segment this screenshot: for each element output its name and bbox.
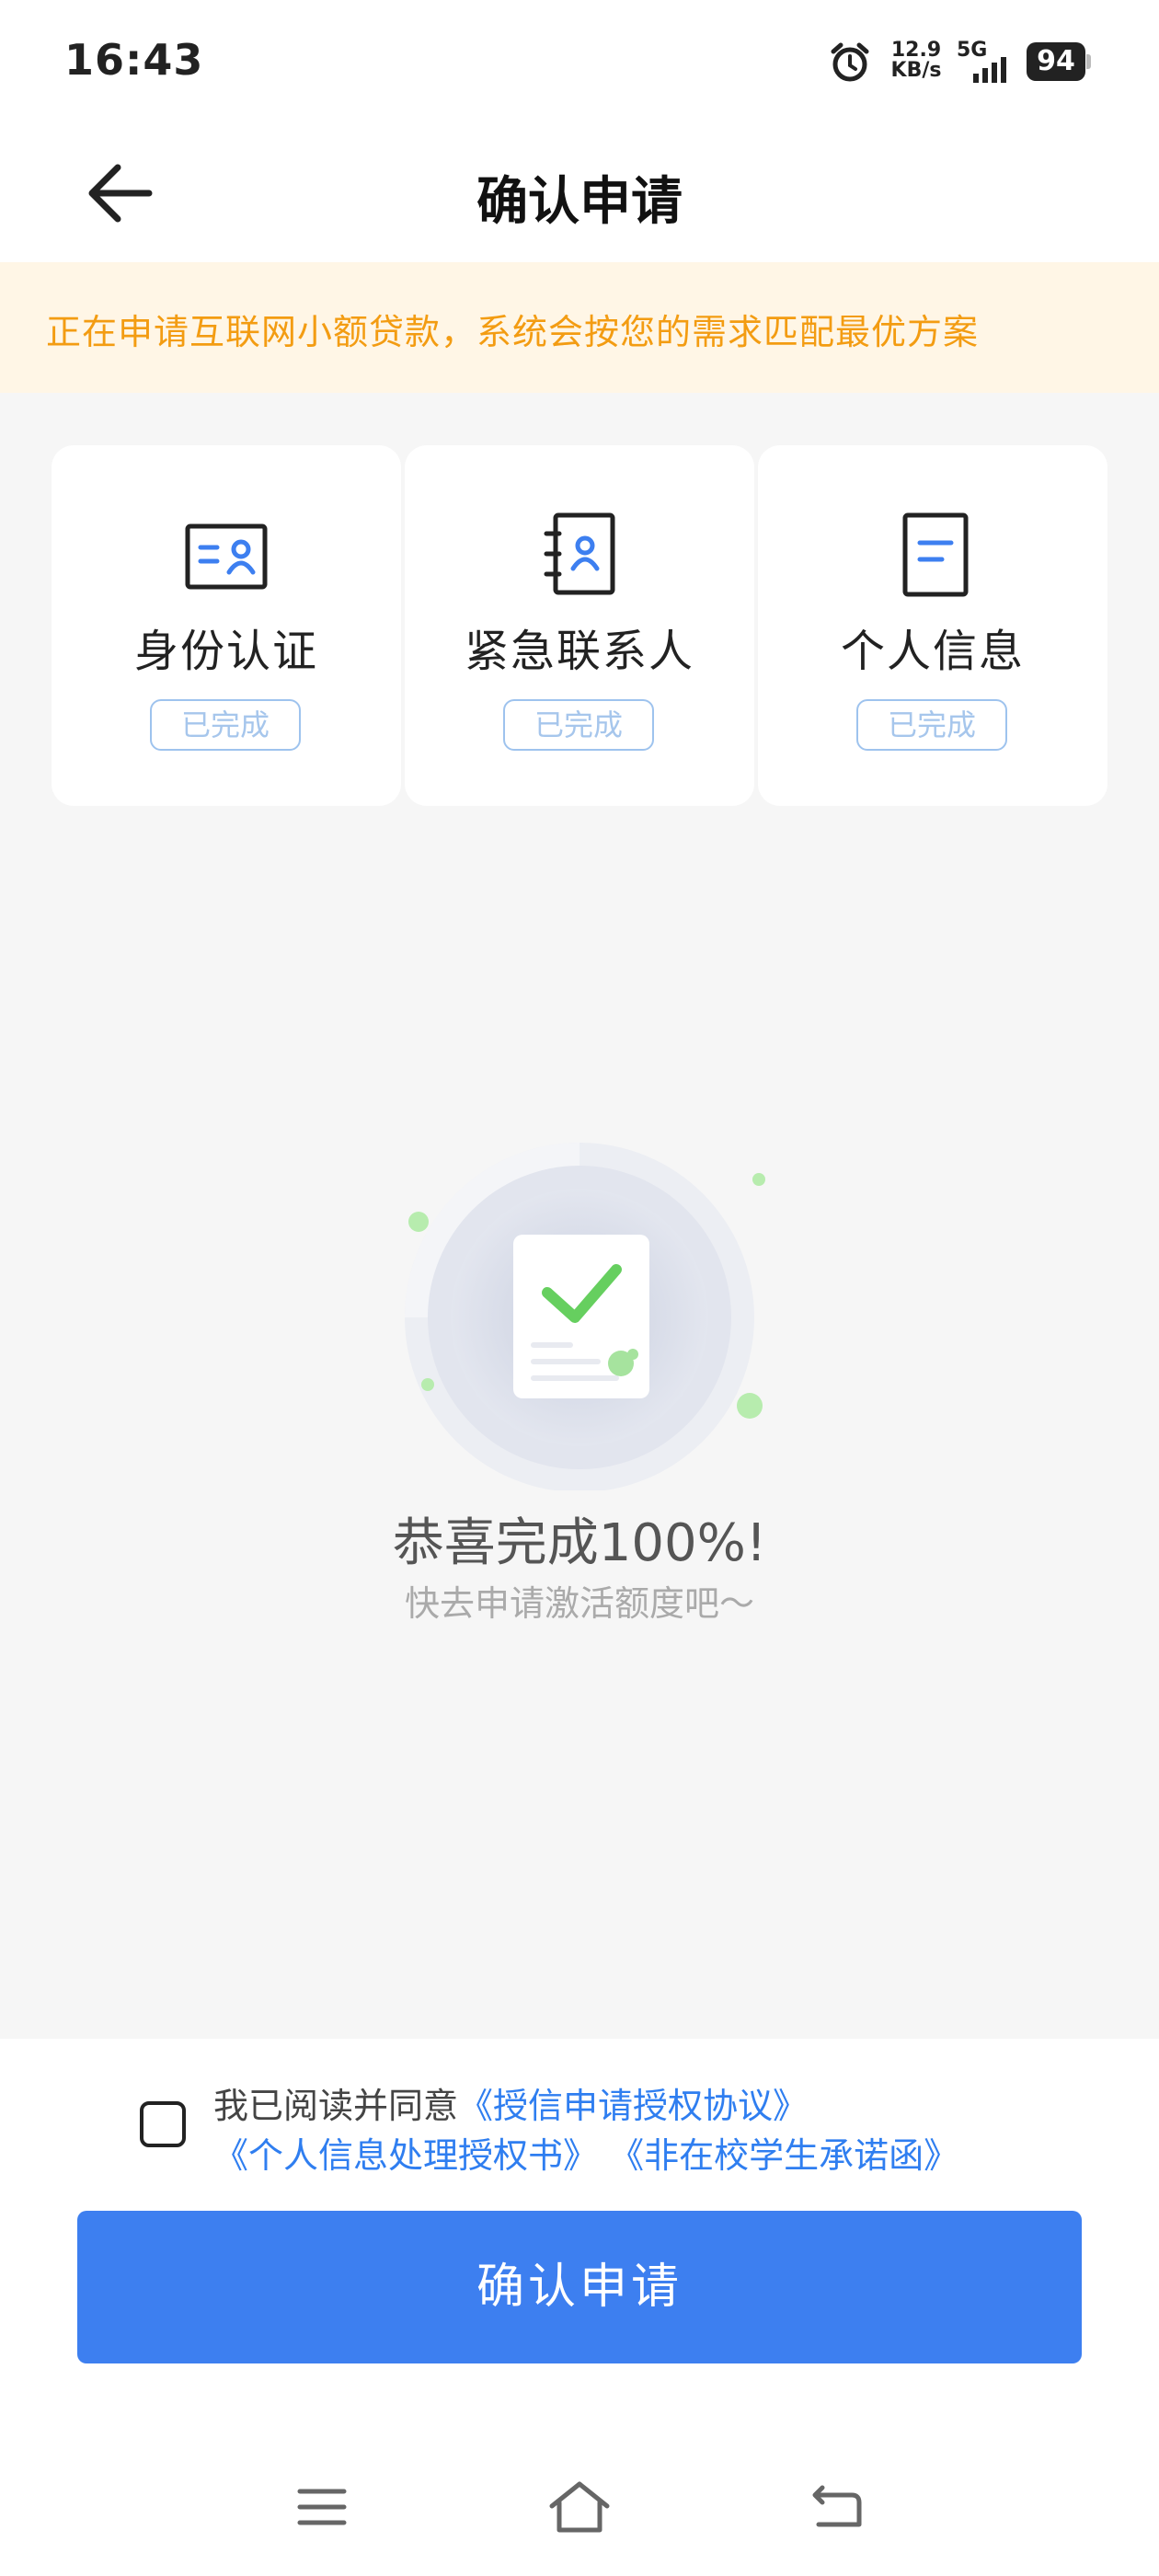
signal-icon <box>973 57 1006 83</box>
status-time: 16:43 <box>64 35 204 85</box>
home-icon[interactable] <box>546 2478 613 2536</box>
network-speed: 12.9 KB/s <box>889 40 944 81</box>
confirm-apply-button[interactable]: 确认申请 <box>77 2211 1082 2363</box>
back-arrow-icon[interactable] <box>83 159 156 227</box>
notice-text: 正在申请互联网小额贷款，系统会按您的需求匹配最优方案 <box>46 312 980 352</box>
page-title: 确认申请 <box>476 172 683 232</box>
completion-subtitle: 快去申请激活额度吧～ <box>404 1583 754 1624</box>
step-label: 紧急联系人 <box>464 626 694 677</box>
step-card-identity[interactable]: 身份认证 已完成 <box>52 445 401 806</box>
back-icon[interactable] <box>809 2480 865 2532</box>
status-badge: 已完成 <box>856 699 1007 751</box>
network-speed-value: 12.9 <box>890 39 942 62</box>
agreement-line-2: 《个人信息处理授权书》 《非在校学生承诺函》 <box>213 2127 958 2178</box>
agreement-checkbox[interactable] <box>140 2101 186 2147</box>
status-badge: 已完成 <box>150 699 301 751</box>
agreement-prefix: 我已阅读并同意 <box>213 2086 459 2126</box>
agreement-line-1: 我已阅读并同意《授信申请授权协议》 <box>213 2077 808 2128</box>
personal-info-authorization-link[interactable]: 《个人信息处理授权书》 <box>213 2135 598 2176</box>
battery-level: 94 <box>1037 45 1075 77</box>
menu-icon[interactable] <box>294 2484 350 2530</box>
step-card-emergency-contact[interactable]: 紧急联系人 已完成 <box>405 445 754 806</box>
non-student-commitment-link[interactable]: 《非在校学生承诺函》 <box>609 2135 958 2176</box>
id-card-icon <box>185 523 268 590</box>
document-icon <box>902 512 969 597</box>
step-card-personal-info[interactable]: 个人信息 已完成 <box>758 445 1107 806</box>
contact-book-icon <box>544 512 615 595</box>
status-badge: 已完成 <box>503 699 654 751</box>
completion-title: 恭喜完成100%! <box>392 1513 767 1573</box>
battery-icon: 94 <box>1027 42 1091 81</box>
network-speed-unit: KB/s <box>890 59 942 82</box>
alarm-icon <box>831 42 869 82</box>
step-label: 身份认证 <box>133 626 318 677</box>
completion-illustration <box>405 1143 765 1490</box>
credit-authorization-link[interactable]: 《授信申请授权协议》 <box>458 2086 808 2126</box>
step-label: 个人信息 <box>840 626 1025 677</box>
